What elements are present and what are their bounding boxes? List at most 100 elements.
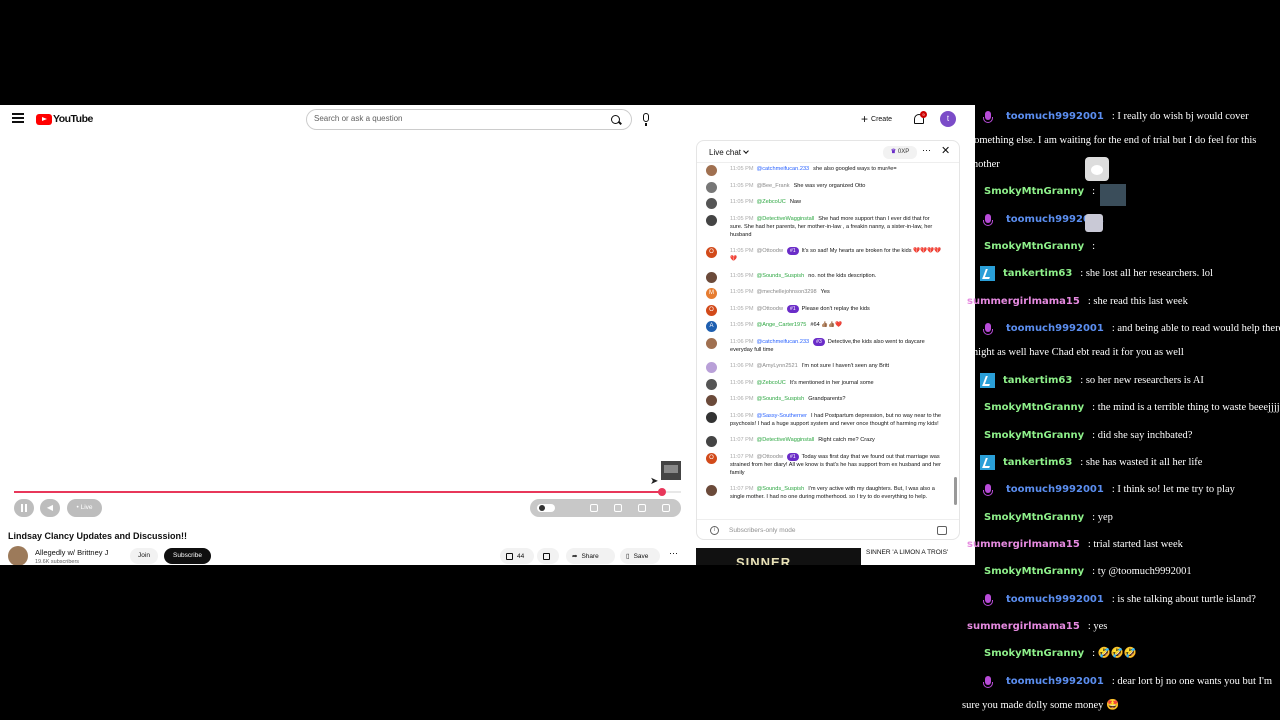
recommended-title[interactable]: SINNER 'A LIMON A TROIS' (866, 549, 948, 556)
info-icon[interactable]: i (710, 526, 719, 535)
chat-timestamp: 11:05 PM (730, 289, 754, 295)
share-button[interactable]: ➦ Share (566, 548, 615, 564)
youtube-logo[interactable]: YouTube (36, 113, 93, 125)
volume-icon[interactable]: ◀ (40, 499, 60, 517)
live-indicator[interactable]: • Live (67, 499, 102, 517)
chat-message[interactable]: M 11:05 PM @mechellejohnson3298 Yes (697, 288, 959, 299)
progress-bar[interactable] (14, 491, 662, 493)
chat-message[interactable]: 11:05 PM @ZebcoUC Naw (697, 198, 959, 209)
chat-author[interactable]: @ZebcoUC (757, 380, 786, 386)
share-label: Share (581, 552, 599, 560)
chat-avatar[interactable] (706, 362, 717, 373)
chat-author[interactable]: @Ottoodw (757, 248, 784, 254)
chat-avatar[interactable]: O (706, 452, 717, 464)
chat-avatar[interactable] (706, 337, 717, 349)
chat-message[interactable]: 11:06 PM @AmyLynn2521 I'm not sure I haven… (697, 362, 959, 373)
close-icon[interactable]: ✕ (941, 144, 950, 157)
chat-messages[interactable]: 11:05 PM @catchmeifucan.233 she also googl… (697, 165, 959, 510)
settings-icon[interactable] (590, 504, 598, 512)
save-button[interactable]: ▯ Save (620, 548, 660, 564)
account-avatar[interactable]: t (940, 111, 956, 127)
recommended-thumbnail[interactable]: SINNER (696, 548, 861, 565)
chat-message[interactable]: O 11:05 PM @Ottoodw #1 It's so sad! My heart… (697, 247, 959, 263)
chat-avatar[interactable] (706, 395, 717, 406)
search-input[interactable] (314, 114, 594, 123)
chat-author[interactable]: @Sounds_Suspish (757, 486, 805, 492)
like-button[interactable]: 44 (500, 548, 534, 564)
chat-message[interactable]: 11:07 PM @DetectiveWagginstall Right catch… (697, 436, 959, 447)
chat-avatar[interactable] (706, 271, 717, 283)
chat-author[interactable]: @Ottoodw (757, 306, 784, 312)
progress-scrubber[interactable] (658, 488, 666, 496)
chat-author[interactable]: @Ange_Carter1975 (757, 322, 807, 328)
chat-avatar[interactable] (706, 436, 717, 447)
search-icon[interactable] (611, 115, 620, 124)
chat-message[interactable]: 11:06 PM @Sounds_Suspish Grandparents? (697, 395, 959, 406)
chat-author[interactable]: @AmyLynn2521 (757, 363, 798, 369)
more-actions-icon[interactable]: ⋯ (669, 548, 678, 559)
chat-author[interactable]: @catchmeifucan.233 (757, 339, 810, 345)
chat-timestamp: 11:05 PM (730, 305, 754, 312)
video-player[interactable]: ➤ ◀ • Live (0, 133, 690, 523)
chat-message[interactable]: 11:05 PM @Sounds_Suspish no. not the kids … (697, 271, 959, 283)
voice-search-icon[interactable] (643, 113, 649, 126)
chat-message[interactable]: 11:07 PM @Sounds_Suspish I'm very active w… (697, 485, 959, 501)
subscribe-button[interactable]: Subscribe (164, 548, 211, 564)
chat-avatar[interactable] (706, 165, 717, 176)
live-chat-dropdown[interactable]: Live chat (709, 148, 749, 157)
chat-avatar[interactable]: O (706, 247, 717, 258)
chat-author[interactable]: @Ottoodw (757, 454, 784, 460)
chat-avatar[interactable] (706, 485, 717, 496)
create-button[interactable]: + Create (857, 111, 896, 127)
notification-count: 9 (920, 111, 927, 118)
chat-scrollbar[interactable] (953, 167, 958, 512)
chat-message[interactable]: 11:05 PM @catchmeifucan.233 she also googl… (697, 165, 959, 176)
chat-author[interactable]: @Sassy-Southerner (757, 413, 807, 419)
chat-avatar[interactable] (706, 214, 717, 226)
fullscreen-icon[interactable] (662, 504, 670, 512)
xp-badge[interactable]: ♛ 0XP (883, 146, 917, 159)
cast-icon[interactable] (638, 504, 646, 512)
chat-avatar[interactable] (706, 181, 717, 193)
chat-avatar[interactable]: O (706, 304, 717, 316)
chat-message[interactable]: 11:05 PM @DetectiveWagginstall She had mor… (697, 214, 959, 239)
chat-message[interactable]: 11:06 PM @ZebcoUC It's mentioned in her jo… (697, 378, 959, 390)
chat-author[interactable]: @Sounds_Suspish (757, 396, 805, 402)
channel-avatar[interactable] (8, 546, 28, 565)
chat-message[interactable]: 11:05 PM @Bee_Frank She was very organized… (697, 181, 959, 193)
chat-message[interactable]: A 11:05 PM @Ange_Carter1975 #64 👍🏽👍🏽❤️ (697, 321, 959, 332)
chat-more-icon[interactable]: ⋯ (922, 145, 931, 156)
chat-timestamp: 11:06 PM (730, 363, 754, 369)
overlay-message-text: : dear lort bj no one wants you but I'm (1111, 676, 1273, 687)
chat-author[interactable]: @mechellejohnson3298 (757, 289, 817, 295)
chat-message[interactable]: 11:06 PM @catchmeifucan.233 #3 Detective,th… (697, 337, 959, 354)
chat-message[interactable]: 11:06 PM @Sassy-Southerner I had Postpartu… (697, 411, 959, 428)
menu-icon[interactable] (12, 113, 24, 123)
chat-message[interactable]: O 11:07 PM @Ottoodw #1 Today was first day t… (697, 452, 959, 477)
chat-author[interactable]: @Bee_Frank (757, 183, 790, 189)
chat-avatar[interactable] (706, 198, 717, 209)
chat-avatar[interactable] (706, 378, 717, 390)
chat-author[interactable]: @ZebcoUC (757, 199, 786, 205)
autoplay-toggle[interactable] (537, 504, 555, 512)
youtube-play-icon (36, 113, 52, 125)
overlay-username: summergirlmama15 (967, 296, 1080, 307)
chat-author[interactable]: @DetectiveWagginstall (757, 216, 815, 222)
chat-message[interactable]: O 11:05 PM @Ottoodw #1 Please don't replay t… (697, 304, 959, 316)
miniplayer-icon[interactable] (614, 504, 622, 512)
chat-author[interactable]: @catchmeifucan.233 (757, 166, 810, 172)
join-button[interactable]: Join (130, 548, 158, 564)
chat-author[interactable]: @Sounds_Suspish (757, 273, 805, 279)
cat-emote-icon (1085, 157, 1109, 181)
chat-timestamp: 11:05 PM (730, 215, 754, 222)
dislike-button[interactable] (537, 548, 559, 564)
chat-avatar[interactable]: A (706, 321, 717, 332)
pause-icon[interactable] (14, 499, 34, 517)
chat-avatar[interactable] (706, 411, 717, 423)
chat-avatar[interactable]: M (706, 288, 717, 299)
super-chat-icon[interactable] (937, 526, 947, 535)
search-box[interactable] (306, 109, 632, 130)
channel-name[interactable]: Allegedly w/ Brittney J (35, 548, 108, 557)
chat-author[interactable]: @DetectiveWagginstall (757, 437, 815, 443)
live-chat-header: Live chat ♛ 0XP ⋯ ✕ (697, 141, 959, 163)
